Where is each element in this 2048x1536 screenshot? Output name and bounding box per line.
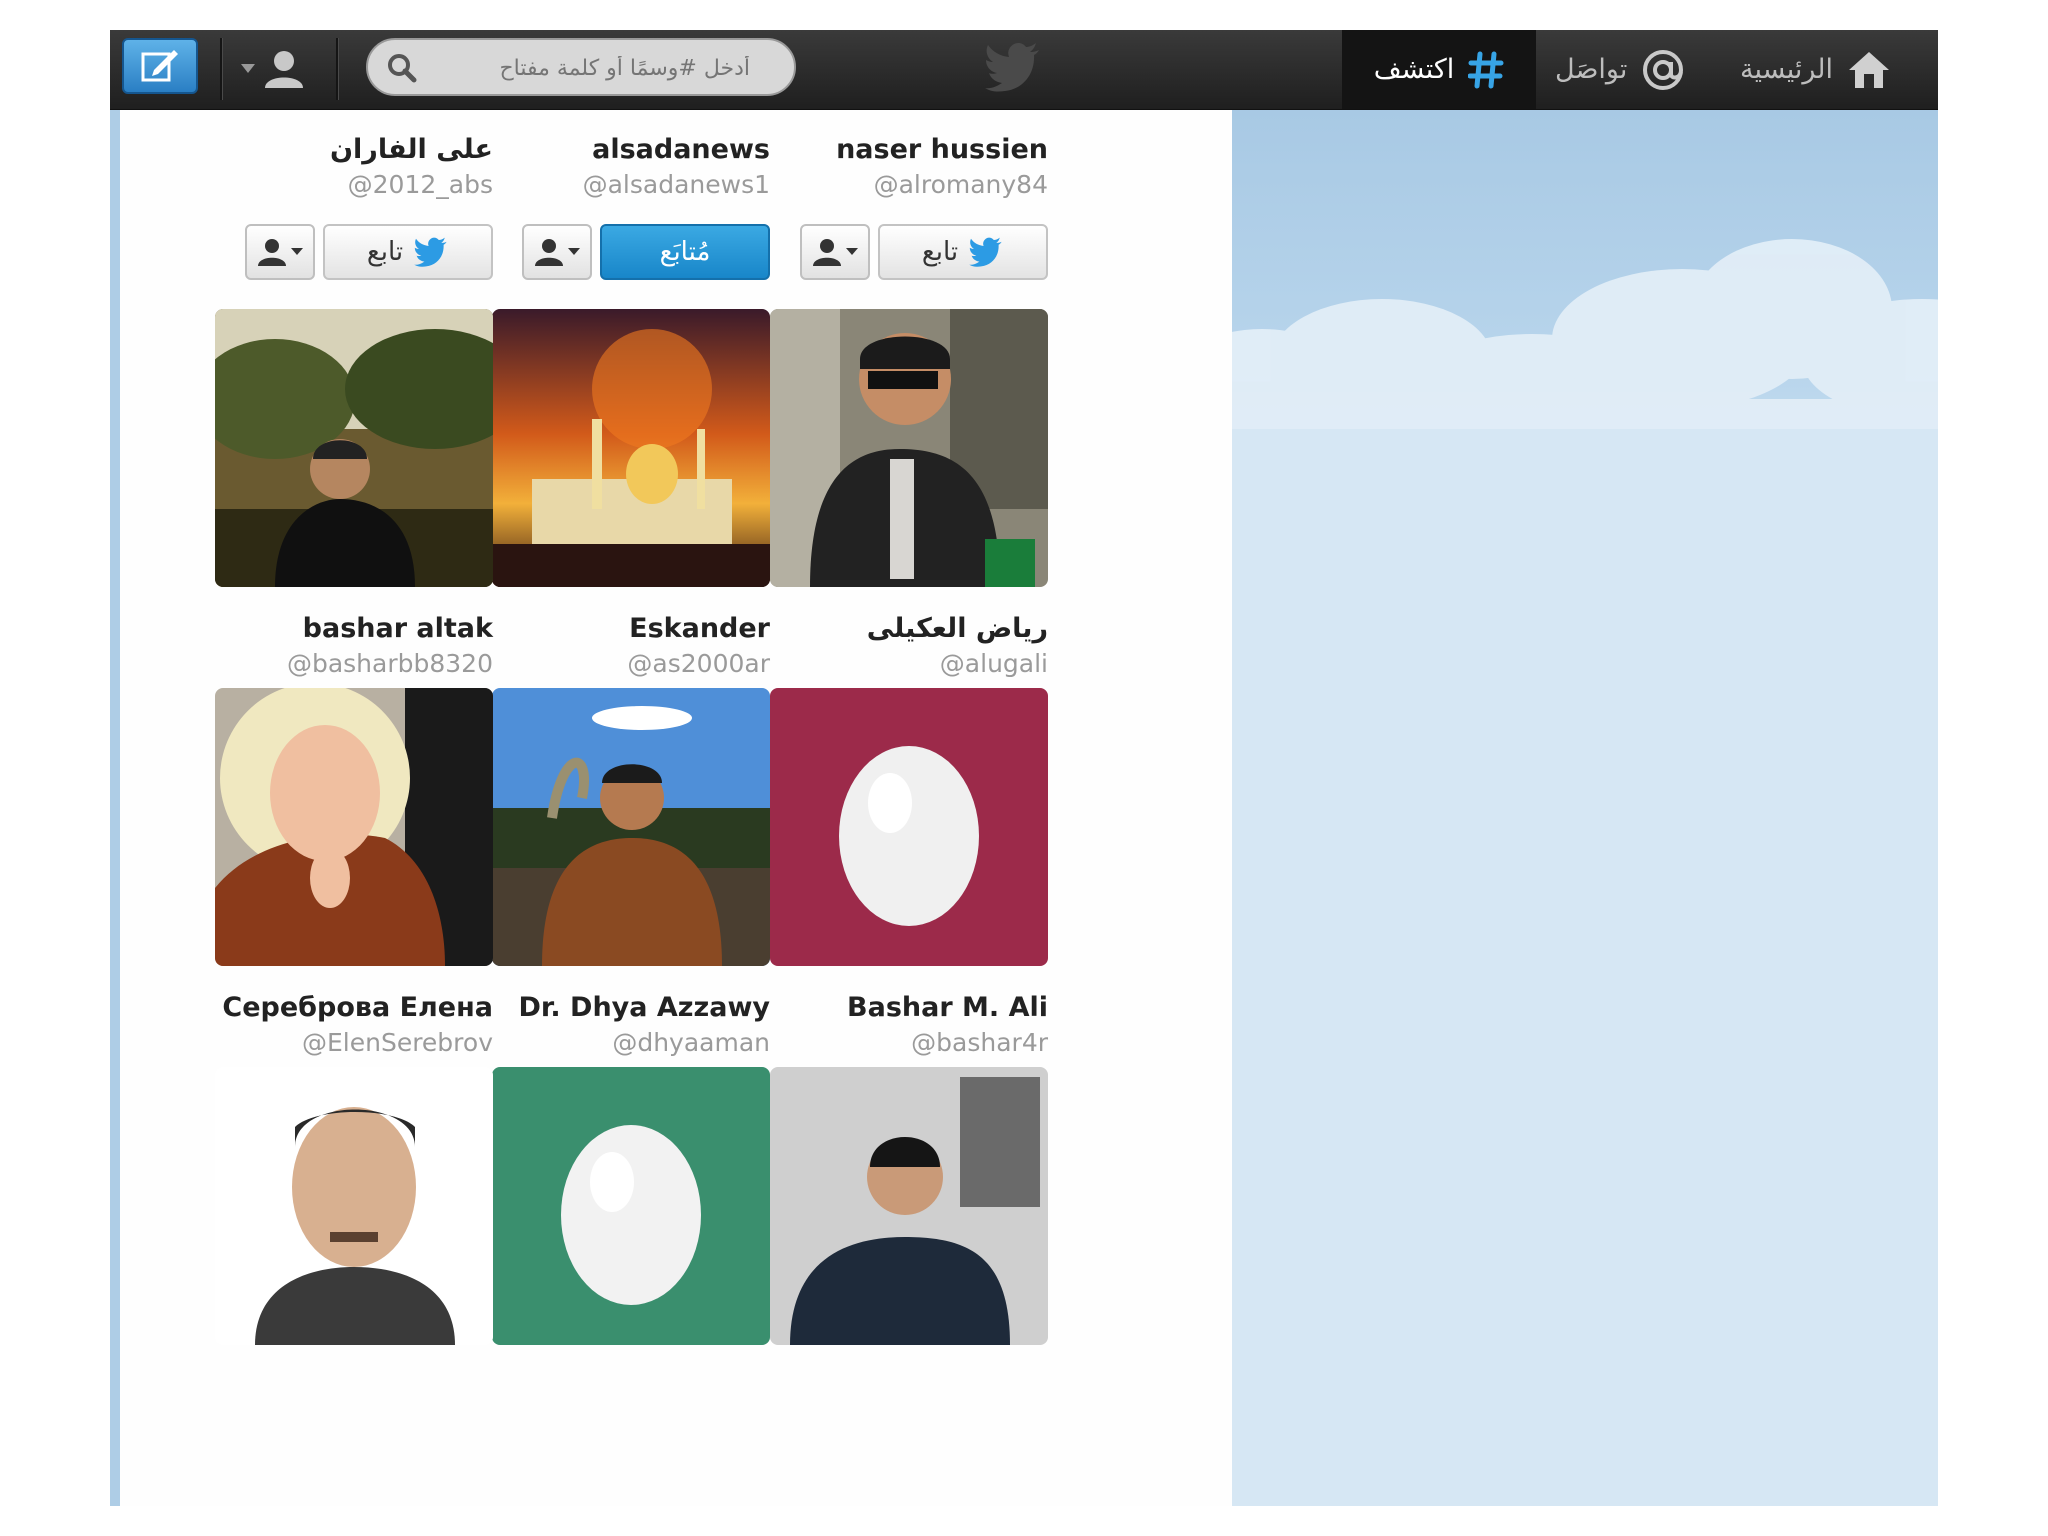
browser-viewport: naser hussien @alromany84 تابع alsadanews @a… xyxy=(110,30,1938,1506)
search-icon[interactable] xyxy=(386,52,418,84)
nav-connect[interactable]: تواصَل xyxy=(1555,30,1685,109)
user-avatar[interactable] xyxy=(770,309,1048,587)
follow-button-label: مُتابَع xyxy=(659,237,711,267)
user-handle[interactable]: @alsadanews1 xyxy=(583,170,770,199)
user-avatar[interactable] xyxy=(770,688,1048,966)
chevron-down-icon xyxy=(291,248,303,255)
user-avatar[interactable] xyxy=(215,309,493,587)
user-handle[interactable]: @alromany84 xyxy=(874,170,1048,199)
user-icon xyxy=(535,239,563,266)
user-handle[interactable]: @2012_abs xyxy=(348,170,493,199)
user-display-name[interactable]: Eskander xyxy=(629,613,770,644)
chevron-down-icon xyxy=(846,248,858,255)
follow-button-label: تابع xyxy=(921,237,959,267)
user-avatar[interactable] xyxy=(215,1067,493,1345)
user-display-name[interactable]: على الفاران xyxy=(330,134,493,165)
user-handle[interactable]: @dhyaaman xyxy=(612,1028,770,1057)
user-display-name[interactable]: bashar altak xyxy=(303,613,493,644)
user-display-name[interactable]: naser hussien xyxy=(836,134,1048,165)
user-card: naser hussien @alromany84 تابع xyxy=(770,109,1048,290)
follow-button[interactable]: تابع xyxy=(878,224,1048,280)
search-field[interactable] xyxy=(366,38,796,96)
home-icon xyxy=(1849,51,1889,88)
nav-home[interactable]: الرئيسية xyxy=(1740,30,1891,109)
cloud-background xyxy=(1232,239,1938,1506)
compose-icon xyxy=(141,50,178,82)
user-card xyxy=(770,1067,1048,1506)
who-to-follow-grid: naser hussien @alromany84 تابع alsadanews @a… xyxy=(120,109,1232,1506)
user-display-name[interactable]: alsadanews xyxy=(592,134,770,165)
twitter-bird-icon xyxy=(969,237,1002,267)
profile-background xyxy=(1232,109,1938,1506)
user-card: على الفاران @2012_abs تابع xyxy=(215,109,493,290)
user-avatar[interactable] xyxy=(492,309,770,587)
following-button[interactable]: مُتابَع xyxy=(600,224,770,280)
user-avatar[interactable] xyxy=(492,1067,770,1345)
account-menu-button[interactable] xyxy=(238,40,308,98)
divider xyxy=(220,38,223,100)
user-handle[interactable]: @basharbb8320 xyxy=(287,649,493,678)
user-handle[interactable]: @alugali xyxy=(940,649,1048,678)
follow-button-label: تابع xyxy=(366,237,404,267)
user-icon xyxy=(813,239,841,266)
at-sign-icon xyxy=(1643,49,1684,90)
user-display-name[interactable]: Сереброва Елена xyxy=(222,992,493,1023)
user-handle[interactable]: @bashar4r xyxy=(911,1028,1048,1057)
user-display-name[interactable]: رياض العكيلى xyxy=(867,613,1048,644)
nav-discover[interactable]: اكتشف xyxy=(1342,30,1536,109)
user-avatar[interactable] xyxy=(492,688,770,966)
user-card xyxy=(492,1067,770,1506)
top-navigation-bar: اكتشف تواصَل الرئيسية xyxy=(110,30,1938,110)
user-icon xyxy=(258,239,286,266)
user-avatar[interactable] xyxy=(215,688,493,966)
twitter-bird-icon xyxy=(414,237,447,267)
follow-button[interactable]: تابع xyxy=(323,224,493,280)
compose-tweet-button[interactable] xyxy=(122,38,198,94)
twitter-bird-icon[interactable] xyxy=(985,42,1041,92)
hashtag-icon xyxy=(1468,51,1504,88)
user-actions-dropdown[interactable] xyxy=(522,224,592,280)
user-display-name[interactable]: Dr. Dhya Azzawy xyxy=(519,992,770,1023)
nav-connect-label: تواصَل xyxy=(1555,54,1628,85)
user-card xyxy=(215,1067,493,1506)
user-icon xyxy=(265,51,303,88)
divider xyxy=(336,38,339,100)
chevron-down-icon xyxy=(568,248,580,255)
user-handle[interactable]: @ElenSerebrov xyxy=(302,1028,493,1057)
search-input[interactable] xyxy=(448,48,752,88)
user-card: alsadanews @alsadanews1 مُتابَع xyxy=(492,109,770,290)
nav-home-label: الرئيسية xyxy=(1740,54,1833,85)
user-handle[interactable]: @as2000ar xyxy=(627,649,770,678)
user-display-name[interactable]: Bashar M. Ali xyxy=(847,992,1048,1023)
nav-discover-label: اكتشف xyxy=(1373,54,1455,85)
user-avatar[interactable] xyxy=(770,1067,1048,1345)
user-actions-dropdown[interactable] xyxy=(800,224,870,280)
chevron-down-icon xyxy=(241,64,255,73)
user-actions-dropdown[interactable] xyxy=(245,224,315,280)
